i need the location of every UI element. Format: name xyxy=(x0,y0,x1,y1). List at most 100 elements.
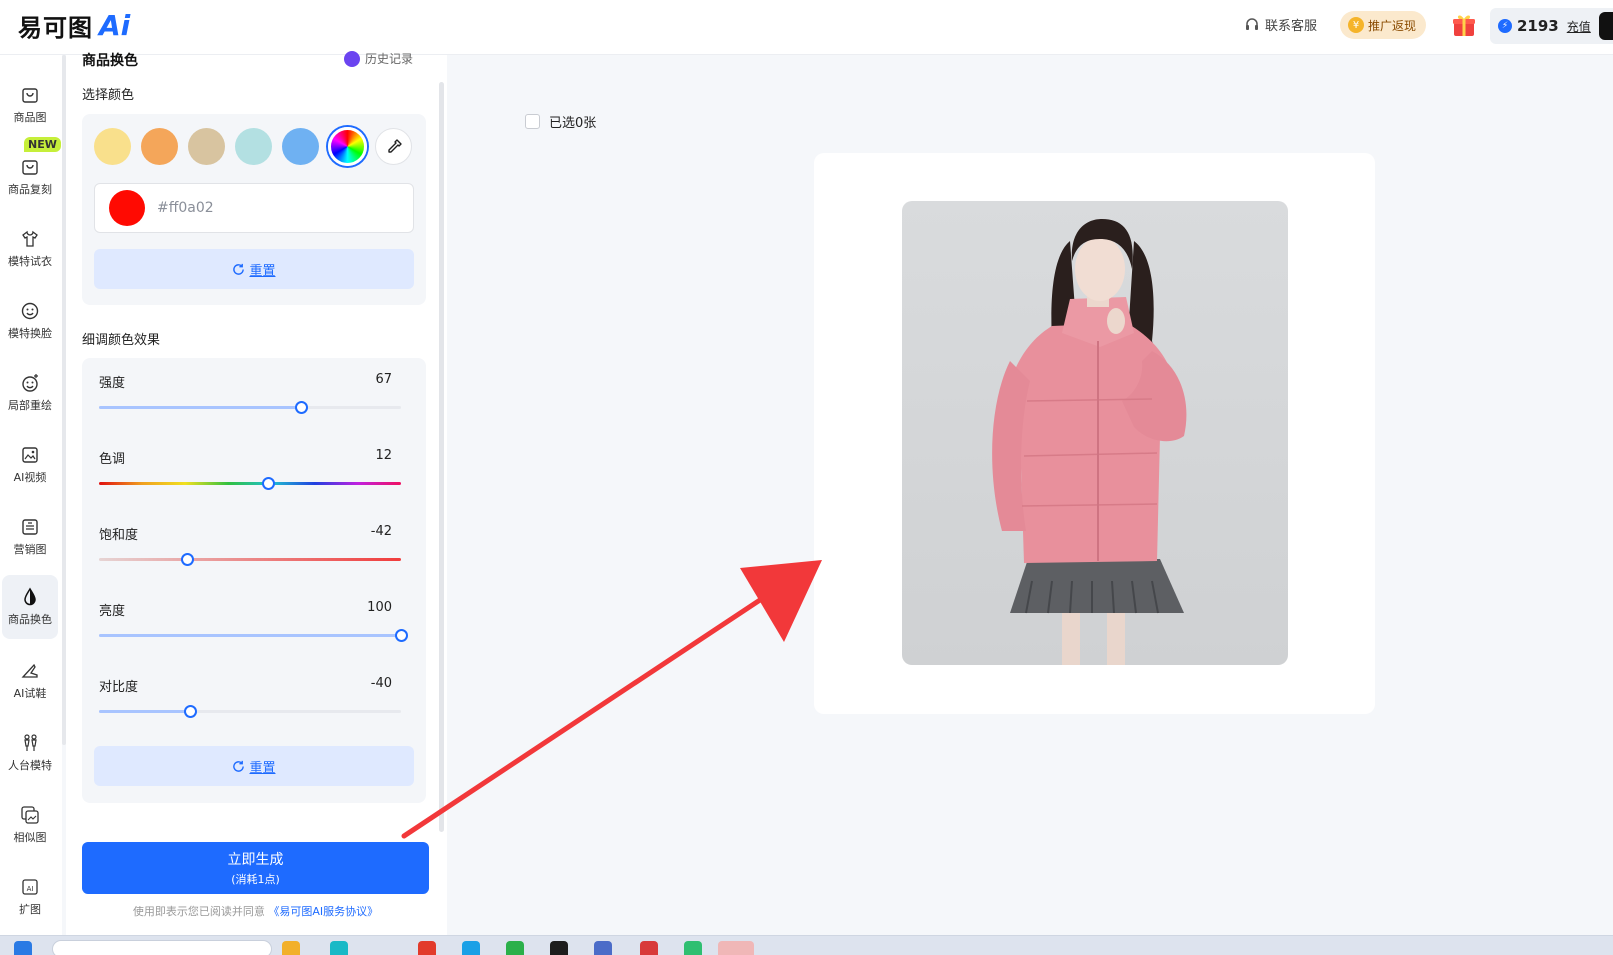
reset-color-button[interactable]: 重置 xyxy=(94,249,414,289)
app-icon[interactable] xyxy=(594,941,612,955)
clock-icon xyxy=(344,50,360,67)
slider-knob[interactable] xyxy=(183,705,197,718)
similar-image-icon xyxy=(21,806,39,824)
lightning-icon: ⚡ xyxy=(1498,19,1512,33)
color-drop-icon xyxy=(24,587,36,606)
contact-service-label: 联系客服 xyxy=(1265,19,1318,34)
swatch-blue[interactable] xyxy=(282,128,319,165)
nav-label: 相似图 xyxy=(13,831,47,844)
choose-color-label: 选择颜色 xyxy=(82,88,135,103)
agreement-prefix: 使用即表示您已阅读并同意 xyxy=(132,905,265,918)
slider-label: 色调 xyxy=(99,452,126,467)
nav-item-product-copy[interactable]: 商品复刻 xyxy=(2,145,58,209)
slider-track[interactable] xyxy=(99,629,408,642)
slider-fill xyxy=(99,710,190,713)
gift-icon[interactable] xyxy=(1451,12,1477,38)
slider-fill xyxy=(99,634,401,637)
slider-track[interactable] xyxy=(99,705,401,718)
current-color-dot xyxy=(109,190,145,226)
coin-icon: ¥ xyxy=(1348,17,1364,33)
slider-value: -42 xyxy=(370,524,392,539)
swatch-orange[interactable] xyxy=(141,128,178,165)
history-label: 历史记录 xyxy=(365,52,414,66)
logo-text: 易可图 xyxy=(18,13,93,42)
nav-label: 模特换脸 xyxy=(8,327,52,340)
face-icon xyxy=(21,302,39,320)
panel-title: 商品换色 xyxy=(82,53,138,69)
logo-ai: Ai xyxy=(99,8,131,42)
fine-tune-label: 细调颜色效果 xyxy=(82,333,161,348)
app-icon[interactable] xyxy=(506,941,524,955)
svg-text:AI: AI xyxy=(27,885,34,893)
swatch-yellow[interactable] xyxy=(94,128,131,165)
points-balance: ⚡ 2193 充值 xyxy=(1490,8,1613,44)
app-icon[interactable] xyxy=(550,941,568,955)
nav-item-expand[interactable]: AI 扩图 xyxy=(2,865,58,929)
hex-color-field[interactable]: #ff0a02 xyxy=(94,183,414,233)
generate-button[interactable]: 立即生成 (消耗1点) xyxy=(82,842,429,894)
nav-item-model-tryon[interactable]: 模特试衣 xyxy=(2,217,58,281)
app-icon[interactable] xyxy=(640,941,658,955)
slider-track[interactable] xyxy=(99,477,401,490)
generate-label: 立即生成 xyxy=(227,852,284,868)
slider-label: 饱和度 xyxy=(99,528,139,543)
app-icon[interactable] xyxy=(330,941,348,955)
nav-item-recolor[interactable]: 商品换色 xyxy=(2,575,58,639)
nav-item-ai-video[interactable]: AI视频 xyxy=(2,433,58,497)
fine-tune-card xyxy=(82,358,426,803)
avatar-edge[interactable] xyxy=(1599,12,1613,40)
nav-label: 人台模特 xyxy=(8,759,52,772)
contact-service-button[interactable]: 联系客服 xyxy=(1244,15,1317,34)
nav-label: 局部重绘 xyxy=(8,399,52,412)
taskbar-search[interactable] xyxy=(52,940,272,955)
new-badge: NEW xyxy=(24,137,61,152)
select-checkbox[interactable] xyxy=(525,114,540,129)
reset-adjust-button[interactable]: 重置 xyxy=(94,746,414,786)
top-header: 易可图 Ai 联系客服 ¥ 推广返现 ⚡ 2193 充值 xyxy=(0,0,1613,55)
nav-label: AI试鞋 xyxy=(13,687,47,700)
reset-adjust-label: 重置 xyxy=(249,760,276,776)
reset-color-label: 重置 xyxy=(249,263,276,279)
start-icon[interactable] xyxy=(14,941,32,955)
points-value: 2193 xyxy=(1517,17,1559,35)
slider-track[interactable] xyxy=(99,401,401,414)
folder-icon[interactable] xyxy=(282,941,300,955)
red-arrow-annotation xyxy=(401,560,822,839)
nav-item-ai-shoe[interactable]: AI试鞋 xyxy=(2,649,58,713)
eyedropper-button[interactable] xyxy=(375,128,412,165)
slider-label: 对比度 xyxy=(99,680,139,695)
history-button[interactable]: 历史记录 xyxy=(344,50,413,67)
nav-item-mannequin[interactable]: 人台模特 xyxy=(2,721,58,785)
nav-item-similar[interactable]: 相似图 xyxy=(2,793,58,857)
app-icon[interactable] xyxy=(462,941,480,955)
logo[interactable]: 易可图 Ai xyxy=(18,8,131,42)
nav-item-inpaint[interactable]: 局部重绘 xyxy=(2,361,58,425)
swatch-beige[interactable] xyxy=(188,128,225,165)
promo-cashback-label: 推广返现 xyxy=(1368,18,1417,33)
promo-cashback-button[interactable]: ¥ 推广返现 xyxy=(1340,11,1427,39)
eyedropper-icon xyxy=(387,138,402,153)
refresh-icon xyxy=(233,263,245,275)
swatch-custom-rainbow[interactable] xyxy=(328,127,367,166)
product-photo[interactable] xyxy=(902,201,1288,665)
swatch-mint[interactable] xyxy=(235,128,272,165)
app-icon[interactable] xyxy=(684,941,702,955)
selected-count: 已选0张 xyxy=(549,116,597,131)
agreement-link[interactable]: 《易可图AI服务协议》 xyxy=(268,905,378,918)
slider-track[interactable] xyxy=(99,553,401,566)
slider-knob[interactable] xyxy=(180,553,194,566)
model-illustration xyxy=(992,219,1187,665)
recharge-link[interactable]: 充值 xyxy=(1567,18,1591,35)
nav-item-product-image[interactable]: 商品图 xyxy=(2,73,58,137)
headset-icon xyxy=(1246,17,1258,30)
face-sparkle-icon xyxy=(22,374,38,392)
select-all-toggle[interactable]: 已选0张 xyxy=(525,112,596,131)
generate-cost: (消耗1点) xyxy=(231,873,280,886)
app-icon[interactable] xyxy=(418,941,436,955)
hex-value: #ff0a02 xyxy=(157,200,214,216)
tshirt-icon xyxy=(22,230,38,247)
nav-item-marketing[interactable]: 营销图 xyxy=(2,505,58,569)
nav-label: 商品换色 xyxy=(8,613,52,626)
nav-item-face-swap[interactable]: 模特换脸 xyxy=(2,289,58,353)
app-icon-active[interactable] xyxy=(718,941,754,955)
